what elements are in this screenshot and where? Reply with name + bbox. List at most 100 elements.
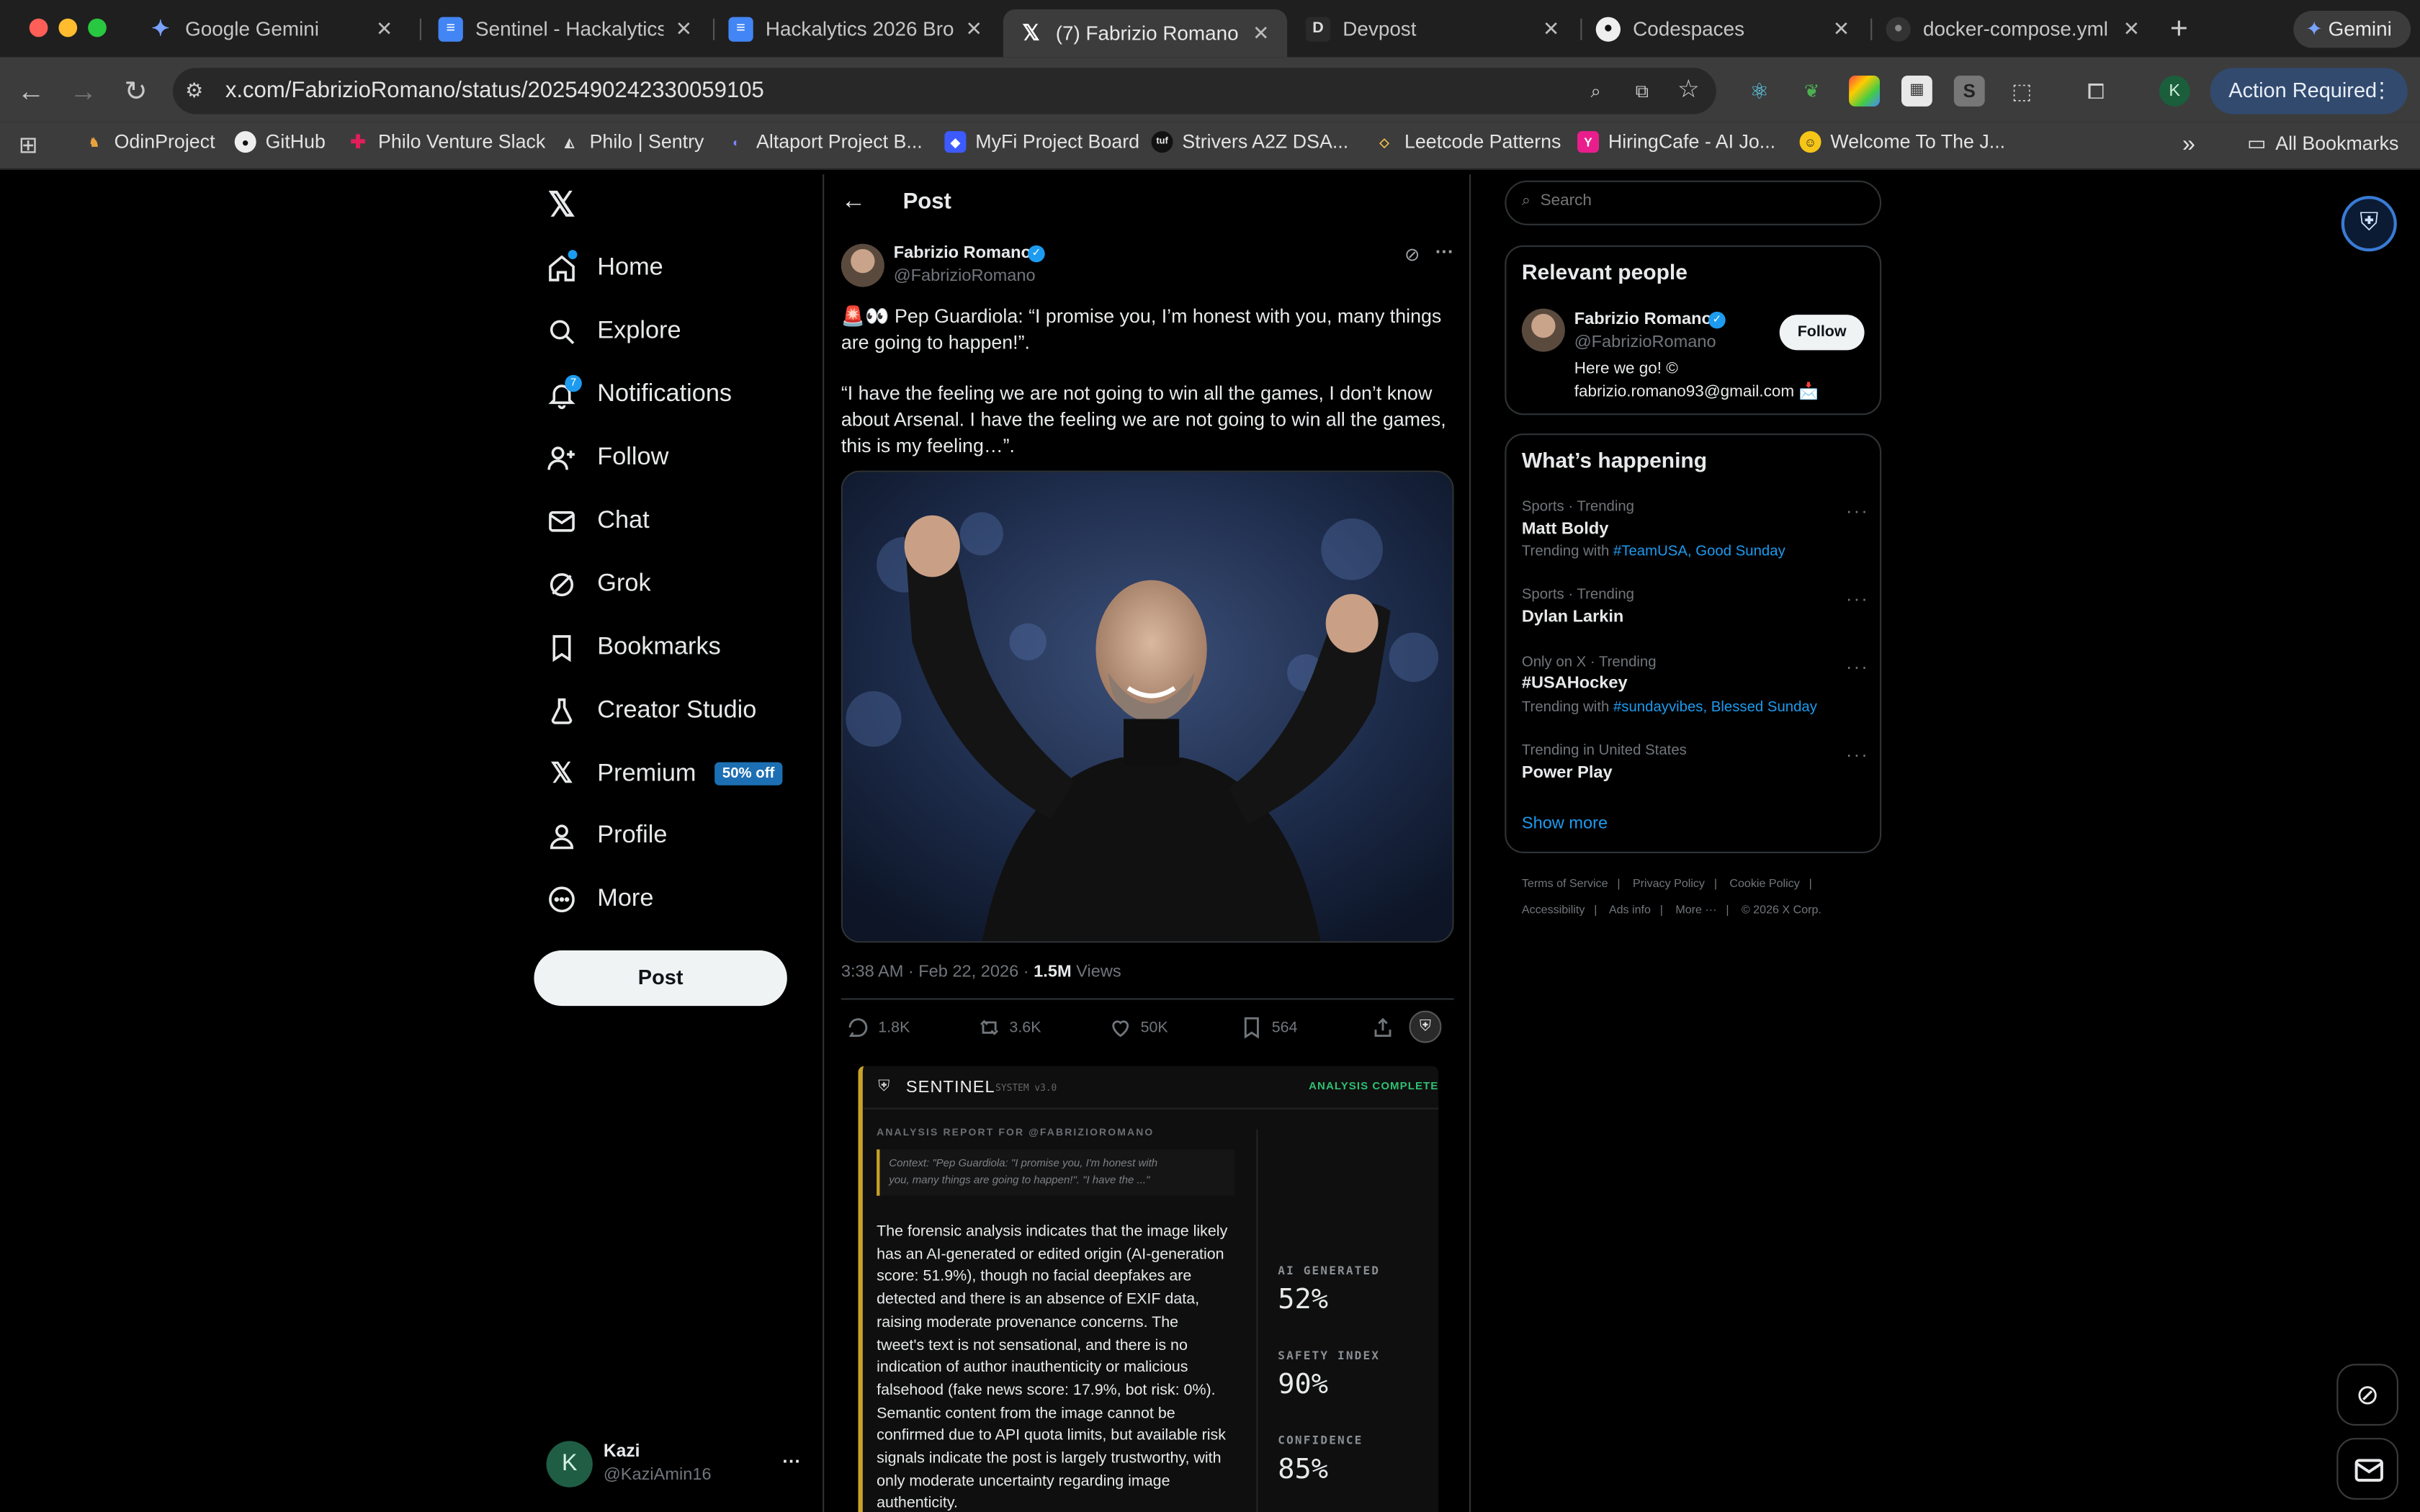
- zoom-icon[interactable]: ⌕: [1580, 76, 1611, 107]
- back-arrow-icon[interactable]: ←: [15, 76, 46, 107]
- bookmark-odinproject[interactable]: ♞ OdinProject: [84, 131, 215, 153]
- footer-link[interactable]: Accessibility: [1522, 903, 1585, 917]
- post-image[interactable]: [841, 470, 1454, 943]
- nav-more[interactable]: More: [547, 884, 653, 915]
- bookmark-altaport[interactable]: ◐ Altaport Project B...: [725, 131, 923, 153]
- nav-profile[interactable]: Profile: [547, 821, 667, 852]
- follow-button[interactable]: Follow: [1779, 315, 1865, 351]
- nav-home[interactable]: Home: [547, 253, 663, 284]
- tab-google-gemini[interactable]: ✦ Google Gemini ✕: [133, 9, 411, 48]
- close-tab-icon[interactable]: ✕: [673, 17, 694, 41]
- tab-docker-compose[interactable]: ● docker-compose.yml - ✕: [1870, 9, 2158, 48]
- tab-x-post[interactable]: 𝕏 (7) Fabrizio Romano on ✕: [1003, 9, 1288, 58]
- account-name[interactable]: Kazi: [604, 1443, 640, 1462]
- bookmark-star-icon[interactable]: ☆: [1673, 76, 1704, 107]
- close-tab-icon[interactable]: ✕: [2120, 17, 2142, 41]
- action-required-button[interactable]: Action Required ⋮: [2210, 68, 2408, 114]
- bookmark-github[interactable]: ● GitHub: [234, 131, 326, 153]
- sentinel-extension-shield-icon[interactable]: ⛨: [2341, 196, 2397, 252]
- reply-button[interactable]: 1.8K: [846, 1015, 910, 1040]
- site-settings-icon[interactable]: ⚙: [185, 78, 203, 103]
- nav-follow[interactable]: Follow: [547, 443, 668, 474]
- account-menu-icon[interactable]: ···: [782, 1450, 801, 1472]
- person-avatar[interactable]: [1521, 308, 1565, 352]
- nav-grok[interactable]: Grok: [547, 570, 651, 600]
- maximize-window-button[interactable]: [88, 18, 107, 37]
- grok-icon[interactable]: ⊘: [1404, 244, 1420, 266]
- tab-sentinel-doc[interactable]: ≡ Sentinel - Hackalytics 2 ✕: [423, 9, 710, 48]
- tab-hackalytics-doc[interactable]: ≡ Hackalytics 2026 Brow ✕: [713, 9, 1000, 48]
- x-logo-icon[interactable]: 𝕏: [548, 185, 575, 225]
- calculator-extension-icon[interactable]: ▦: [1901, 76, 1932, 107]
- footer-link[interactable]: Terms of Service: [1522, 876, 1608, 890]
- account-avatar[interactable]: K: [546, 1441, 593, 1488]
- footer-link[interactable]: Privacy Policy: [1633, 876, 1705, 890]
- close-tab-icon[interactable]: ✕: [1250, 21, 1272, 45]
- bookmark-myfi[interactable]: ◆ MyFi Project Board: [944, 131, 1139, 153]
- nav-explore[interactable]: Explore: [547, 316, 681, 347]
- profile-avatar[interactable]: K: [2159, 76, 2190, 107]
- footer-link[interactable]: Cookie Policy: [1729, 876, 1799, 890]
- search-box[interactable]: ⌕: [1505, 180, 1882, 225]
- close-tab-icon[interactable]: ✕: [1541, 17, 1562, 41]
- share-button[interactable]: [1371, 1015, 1403, 1040]
- bookmark-leetcode-patterns[interactable]: ◇ Leetcode Patterns: [1373, 131, 1561, 153]
- s-extension-icon[interactable]: S: [1953, 76, 1985, 107]
- tab-codespaces[interactable]: ● Codespaces ✕: [1580, 9, 1868, 48]
- apps-grid-icon[interactable]: ⊞: [19, 131, 38, 158]
- author-avatar[interactable]: [841, 243, 884, 287]
- bookmark-welcome[interactable]: ☺ Welcome To The J...: [1799, 131, 2005, 153]
- forward-arrow-icon[interactable]: →: [68, 76, 99, 107]
- nav-creator-studio[interactable]: Creator Studio: [547, 696, 756, 726]
- close-tab-icon[interactable]: ✕: [374, 17, 395, 41]
- bookmark-philo-slack[interactable]: ✚ Philo Venture Slack: [347, 131, 545, 153]
- trend-more-icon[interactable]: ···: [1846, 588, 1869, 609]
- reload-icon[interactable]: ↻: [120, 76, 151, 107]
- react-devtools-icon[interactable]: ⚛: [1744, 76, 1775, 107]
- grok-float-button[interactable]: ⊘: [2336, 1364, 2398, 1426]
- nav-premium[interactable]: 𝕏 Premium 50% off: [547, 757, 783, 790]
- search-input[interactable]: [1540, 191, 1850, 210]
- bookmark-count-button[interactable]: 564: [1240, 1015, 1297, 1040]
- repost-button[interactable]: 3.6K: [977, 1015, 1041, 1040]
- bookmark-hiringcafe[interactable]: Y HiringCafe - AI Jo...: [1577, 131, 1775, 153]
- docs-icon: ≡: [438, 16, 463, 41]
- trend-more-icon[interactable]: ···: [1846, 744, 1869, 765]
- url-text[interactable]: x.com/FabrizioRomano/status/202549024233…: [225, 78, 764, 103]
- leetcode-icon: ◇: [1379, 135, 1389, 149]
- post-more-icon[interactable]: ···: [1435, 240, 1454, 262]
- sentinel-shield-icon[interactable]: ⛨: [1409, 1010, 1442, 1043]
- close-window-button[interactable]: [29, 18, 48, 37]
- back-arrow-icon[interactable]: ←: [841, 188, 866, 216]
- show-more-link[interactable]: Show more: [1522, 814, 1608, 833]
- person-name[interactable]: Fabrizio Romano: [1574, 310, 1712, 329]
- close-tab-icon[interactable]: ✕: [963, 17, 985, 41]
- install-app-icon[interactable]: ⧉: [1627, 76, 1658, 107]
- extension-leaf-icon[interactable]: ❦: [1796, 76, 1827, 107]
- minimize-window-button[interactable]: [58, 18, 78, 37]
- hiringcafe-icon: Y: [1577, 131, 1599, 153]
- author-name[interactable]: Fabrizio Romano: [894, 244, 1031, 263]
- footer-link[interactable]: Ads info: [1609, 903, 1651, 917]
- gemini-button[interactable]: ✦ Gemini: [2293, 11, 2411, 48]
- bookmark-strivers[interactable]: tuf Strivers A2Z DSA...: [1151, 131, 1348, 153]
- analysis-summary-line: tweet's text is not sensational, and the…: [877, 1336, 1188, 1354]
- tab-search-icon[interactable]: ⧠: [2081, 76, 2112, 107]
- post-button[interactable]: Post: [534, 950, 787, 1007]
- analysis-summary-line: raising moderate provenance concerns. Th…: [877, 1314, 1179, 1331]
- tab-devpost[interactable]: D Devpost ✕: [1290, 9, 1577, 48]
- nav-chat[interactable]: Chat: [547, 506, 650, 537]
- close-tab-icon[interactable]: ✕: [1830, 17, 1852, 41]
- messages-float-button[interactable]: [2336, 1438, 2398, 1500]
- extensions-puzzle-icon[interactable]: ⬚: [2007, 76, 2038, 107]
- new-tab-button[interactable]: +: [2170, 12, 2188, 48]
- all-bookmarks-folder[interactable]: ▭ All Bookmarks: [2247, 131, 2398, 156]
- like-button[interactable]: 50K: [1108, 1015, 1168, 1040]
- bookmarks-overflow-icon[interactable]: »: [2182, 131, 2195, 157]
- bookmark-philo-sentry[interactable]: ◭ Philo | Sentry: [559, 131, 704, 153]
- trend-more-icon[interactable]: ···: [1846, 656, 1869, 678]
- color-picker-extension-icon[interactable]: [1849, 76, 1880, 107]
- footer-link[interactable]: More ···: [1675, 903, 1716, 917]
- nav-bookmarks[interactable]: Bookmarks: [547, 633, 721, 664]
- trend-more-icon[interactable]: ···: [1846, 500, 1869, 521]
